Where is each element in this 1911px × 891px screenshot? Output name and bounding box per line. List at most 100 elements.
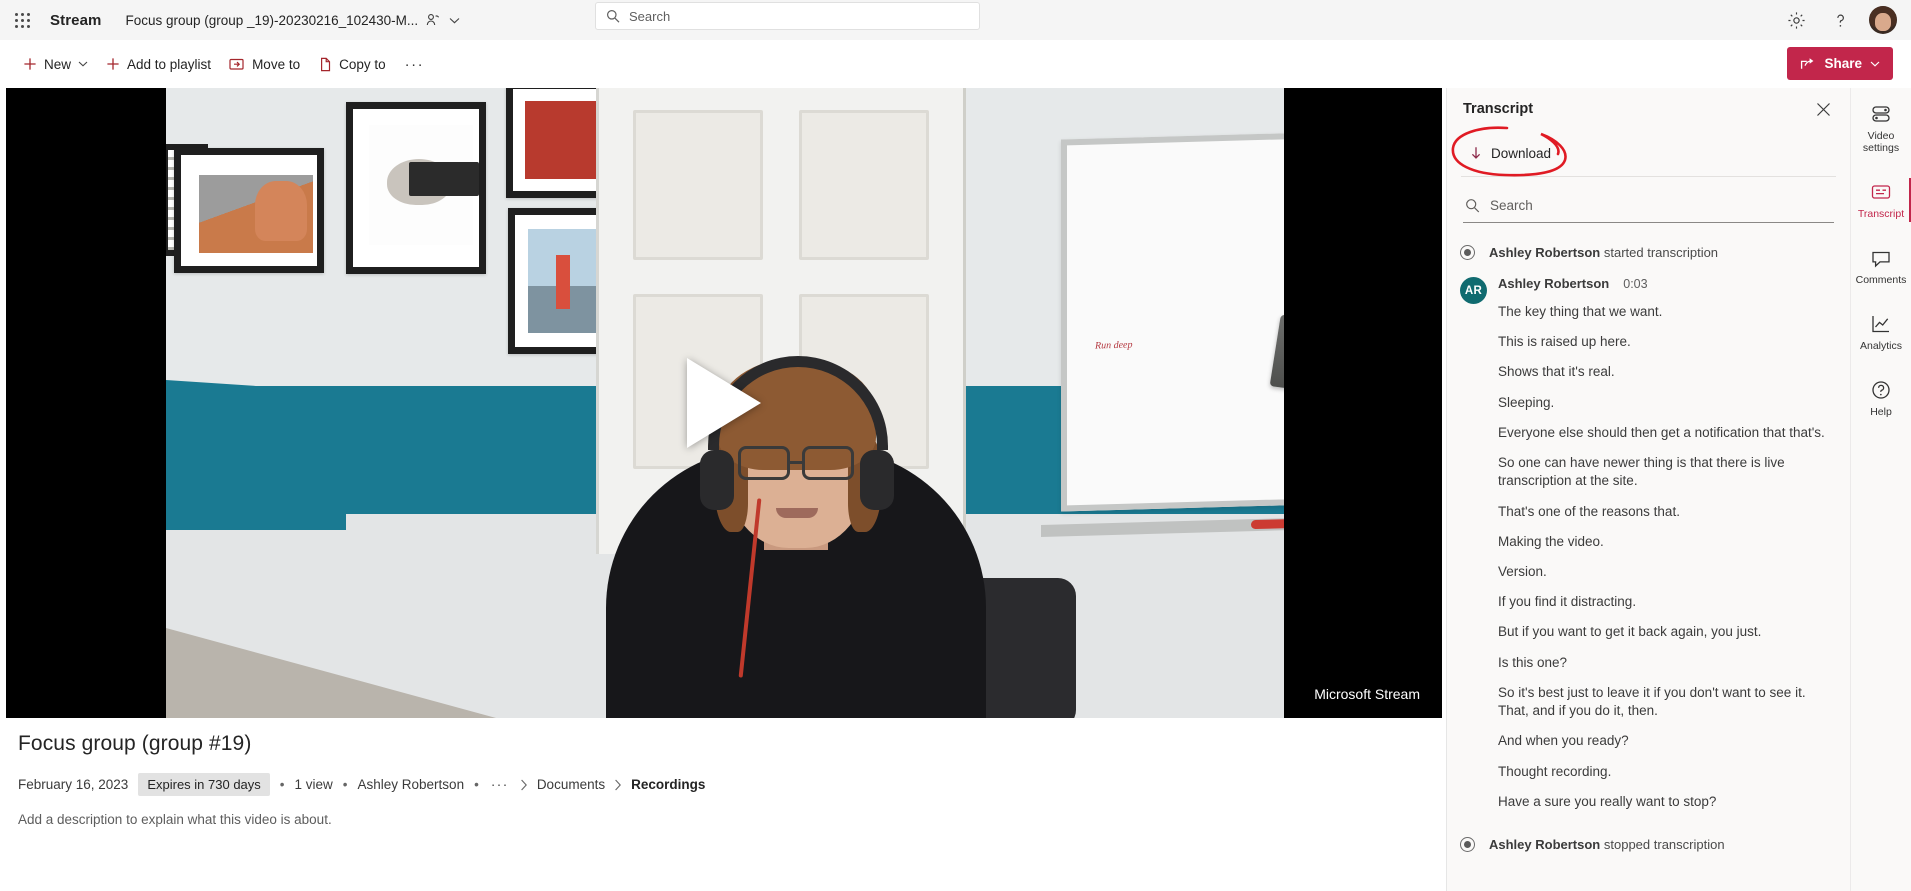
transcript-line[interactable]: The key thing that we want. xyxy=(1498,303,1833,321)
analytics-icon xyxy=(1870,313,1892,335)
transcript-entry-header: Ashley Robertson 0:03 xyxy=(1498,276,1833,291)
separator-dot: • xyxy=(270,777,295,792)
transcript-stop-event: Ashley Robertson stopped transcription xyxy=(1447,811,1843,852)
transcript-line[interactable]: Is this one? xyxy=(1498,654,1833,672)
whiteboard: To Do Run deep xyxy=(1061,124,1284,511)
copy-to-icon xyxy=(318,57,332,72)
panel-divider xyxy=(1461,176,1836,177)
suite-actions xyxy=(1777,0,1905,40)
comments-icon xyxy=(1870,247,1892,269)
video-settings-icon xyxy=(1870,103,1892,125)
breadcrumb-documents[interactable]: Documents xyxy=(537,777,605,792)
record-dot-icon xyxy=(1460,837,1475,852)
separator-dot: • xyxy=(333,777,358,792)
transcript-stop-action: stopped transcription xyxy=(1604,837,1725,852)
new-chevron-down-icon xyxy=(78,61,88,67)
transcript-line[interactable]: Shows that it's real. xyxy=(1498,363,1833,381)
copy-to-label: Copy to xyxy=(339,57,386,72)
move-to-label: Move to xyxy=(252,57,300,72)
download-transcript-button[interactable]: Download xyxy=(1459,137,1561,169)
transcript-line[interactable]: So it's best just to leave it if you don… xyxy=(1498,684,1833,720)
transcript-lines: The key thing that we want. This is raise… xyxy=(1498,303,1833,811)
add-to-playlist-button[interactable]: Add to playlist xyxy=(97,47,220,81)
gear-icon[interactable] xyxy=(1777,1,1815,39)
transcript-start-speaker: Ashley Robertson xyxy=(1489,245,1600,260)
copy-to-button[interactable]: Copy to xyxy=(309,47,395,81)
close-icon[interactable] xyxy=(1808,94,1838,124)
transcript-line[interactable]: Making the video. xyxy=(1498,533,1833,551)
rail-item-help[interactable]: Help xyxy=(1851,370,1911,426)
door-sign xyxy=(409,162,479,196)
brand-stream[interactable]: Stream xyxy=(50,12,101,29)
transcript-line[interactable]: But if you want to get it back again, yo… xyxy=(1498,623,1833,641)
breadcrumb-chevron-icon xyxy=(605,779,631,791)
transcript-search-input[interactable]: Search xyxy=(1463,189,1834,223)
breadcrumb-chevron-icon xyxy=(511,779,537,791)
new-button[interactable]: New xyxy=(14,47,97,81)
transcript-line[interactable]: That's one of the reasons that. xyxy=(1498,503,1833,521)
transcript-start-event: Ashley Robertson started transcription xyxy=(1447,223,1843,260)
share-label: Share xyxy=(1824,56,1862,71)
more-commands-button[interactable]: ··· xyxy=(395,47,435,81)
transcript-download-row: Download xyxy=(1447,130,1850,176)
transcript-line[interactable]: Everyone else should then get a notifica… xyxy=(1498,424,1833,442)
transcript-line[interactable]: Sleeping. xyxy=(1498,394,1833,412)
transcript-list[interactable]: Ashley Robertson started transcription A… xyxy=(1447,223,1851,891)
title-chevron-down-icon[interactable] xyxy=(449,17,460,24)
plus-icon xyxy=(23,57,37,71)
transcript-line[interactable]: So one can have newer thing is that ther… xyxy=(1498,454,1833,490)
description-field[interactable]: Add a description to explain what this v… xyxy=(18,812,1418,827)
rail-item-analytics[interactable]: Analytics xyxy=(1851,304,1911,360)
status-badge: Expires in 730 days xyxy=(138,773,269,796)
rail-label-analytics: Analytics xyxy=(1860,340,1902,352)
transcript-panel-title: Transcript xyxy=(1463,101,1533,117)
move-to-icon xyxy=(229,57,245,71)
transcript-entry-body: Ashley Robertson 0:03 The key thing that… xyxy=(1498,276,1833,811)
breadcrumb-recordings[interactable]: Recordings xyxy=(631,777,705,792)
video-player[interactable]: To Do Run deep xyxy=(6,88,1442,718)
move-to-button[interactable]: Move to xyxy=(220,47,309,81)
metadata-row: February 16, 2023 Expires in 730 days • … xyxy=(18,773,1418,796)
transcript-icon xyxy=(1870,181,1892,203)
rail-label-video-settings: Video settings xyxy=(1851,130,1911,154)
play-button[interactable] xyxy=(687,358,761,448)
stream-video-page: Stream Focus group (group _19)-20230216_… xyxy=(0,0,1911,891)
transcript-line[interactable]: This is raised up here. xyxy=(1498,333,1833,351)
breadcrumb-overflow-button[interactable]: ··· xyxy=(489,777,511,792)
rail-item-video-settings[interactable]: Video settings xyxy=(1851,94,1911,162)
document-title[interactable]: Focus group (group _19)-20230216_102430-… xyxy=(125,13,418,28)
rail-item-comments[interactable]: Comments xyxy=(1851,238,1911,294)
transcript-line[interactable]: Version. xyxy=(1498,563,1833,581)
transcript-entry: AR Ashley Robertson 0:03 The key thing t… xyxy=(1447,260,1843,811)
download-label: Download xyxy=(1491,146,1551,161)
suite-search-box[interactable]: Search xyxy=(595,2,980,30)
share-button[interactable]: Share xyxy=(1787,47,1893,80)
help-icon[interactable] xyxy=(1821,1,1859,39)
transcript-search-placeholder: Search xyxy=(1490,198,1533,213)
whiteboard-note: Run deep xyxy=(1095,340,1133,352)
search-icon xyxy=(1465,198,1480,213)
search-icon xyxy=(606,9,620,23)
plus-icon xyxy=(106,57,120,71)
avatar[interactable] xyxy=(1869,6,1897,34)
transcript-start-action: started transcription xyxy=(1604,245,1718,260)
rail-item-transcript[interactable]: Transcript xyxy=(1851,172,1911,228)
download-icon xyxy=(1469,146,1483,161)
transcript-line[interactable]: Have a sure you really want to stop? xyxy=(1498,793,1833,811)
transcript-panel: Transcript Download xyxy=(1446,88,1850,891)
share-chevron-down-icon xyxy=(1870,61,1880,67)
transcript-line[interactable]: If you find it distracting. xyxy=(1498,593,1833,611)
video-metadata: Focus group (group #19) February 16, 202… xyxy=(18,732,1418,827)
video-owner[interactable]: Ashley Robertson xyxy=(358,777,465,792)
rail-label-help: Help xyxy=(1870,406,1892,418)
suite-header: Stream Focus group (group _19)-20230216_… xyxy=(0,0,1911,40)
shared-people-icon[interactable] xyxy=(426,13,441,27)
transcript-entry-timestamp[interactable]: 0:03 xyxy=(1623,277,1647,291)
transcript-line[interactable]: And when you ready? xyxy=(1498,732,1833,750)
transcript-stop-speaker: Ashley Robertson xyxy=(1489,837,1600,852)
transcript-line[interactable]: Thought recording. xyxy=(1498,763,1833,781)
wall-picture xyxy=(174,148,324,273)
app-launcher-icon[interactable] xyxy=(0,0,44,40)
help-icon xyxy=(1870,379,1892,401)
transcript-panel-header: Transcript xyxy=(1447,88,1850,130)
